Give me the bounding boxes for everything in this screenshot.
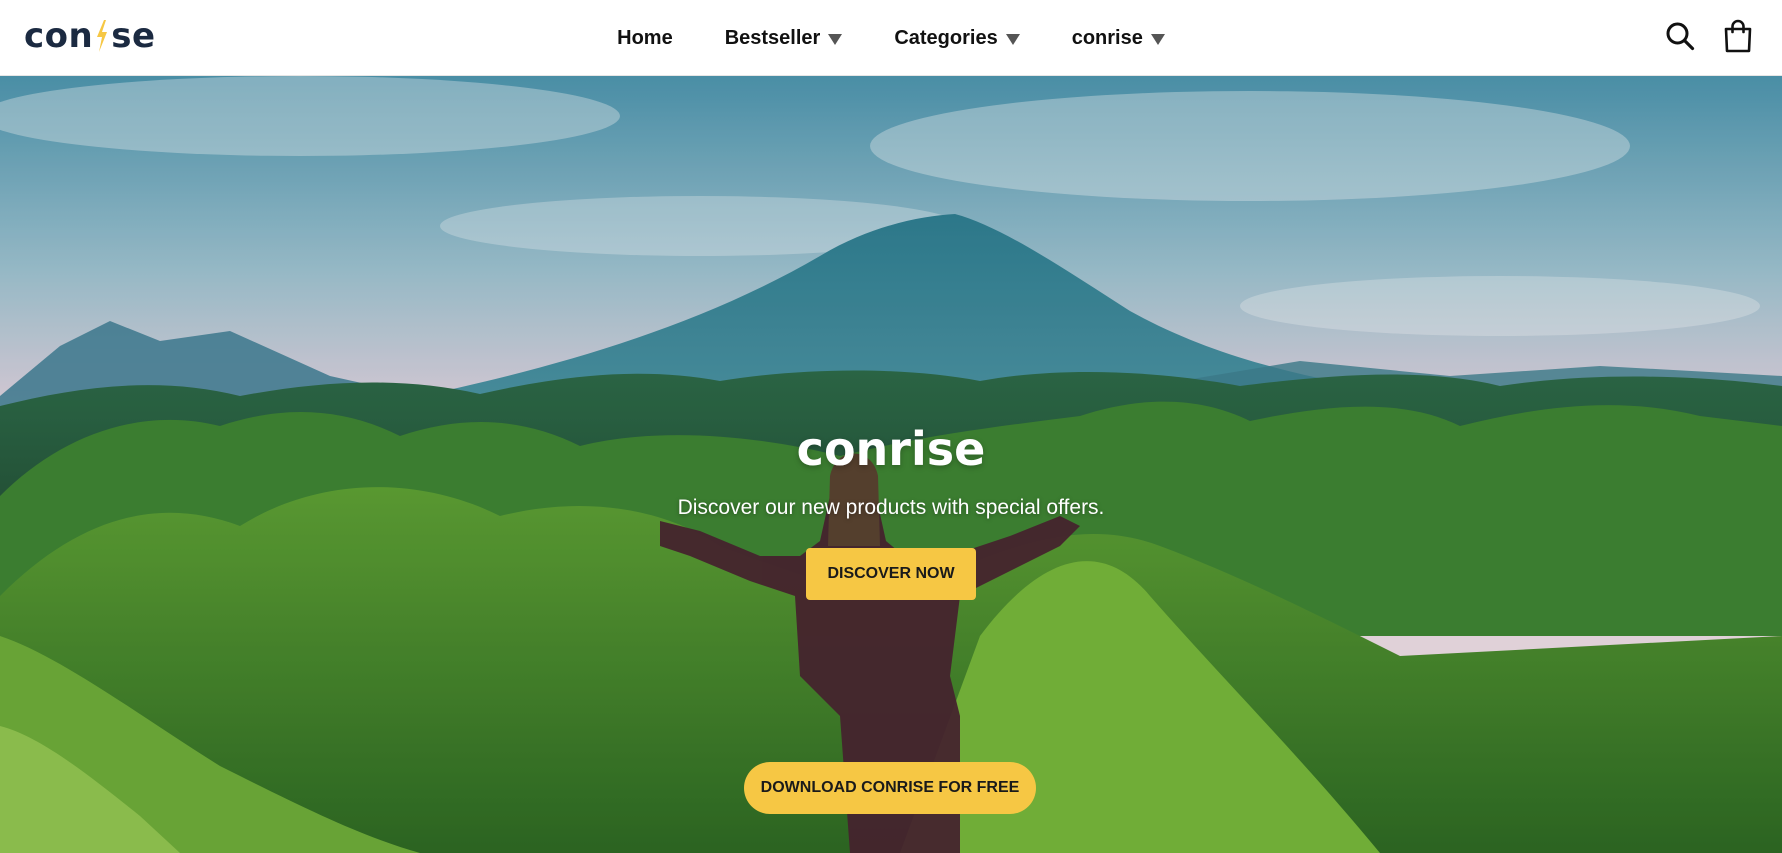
nav-label-bestseller: Bestseller xyxy=(724,26,821,49)
hero-content: conrise Discover our new products with s… xyxy=(0,422,1782,600)
nav-label-categories: Categories xyxy=(894,26,998,49)
cart-button[interactable] xyxy=(1720,18,1756,54)
search-icon xyxy=(1666,22,1695,51)
nav-item-conrise[interactable]: conrise xyxy=(1072,27,1165,50)
caret-down-icon xyxy=(1150,33,1165,45)
hero-subtitle: Discover our new products with special o… xyxy=(677,496,1105,519)
download-conrise-button[interactable]: DOWNLOAD CONRISE FOR FREE xyxy=(744,762,1036,814)
nav-item-bestseller[interactable]: Bestseller xyxy=(725,27,843,50)
nav-item-categories[interactable]: Categories xyxy=(894,26,1020,50)
lightning-bolt-icon xyxy=(97,20,108,52)
caret-down-icon xyxy=(1005,33,1020,45)
caret-down-icon xyxy=(828,33,843,45)
brand-logo[interactable]: con se xyxy=(24,16,156,56)
logo-text-left: con xyxy=(24,16,94,56)
main-nav: Home Bestseller Categories conrise xyxy=(0,0,1782,76)
hero-banner: conrise Discover our new products with s… xyxy=(0,76,1782,853)
hero-title: conrise xyxy=(796,422,986,476)
header-actions xyxy=(1662,18,1756,54)
logo-text-right: se xyxy=(111,16,156,56)
site-header: con se Home Bestseller Categories conris… xyxy=(0,0,1782,76)
shopping-bag-icon xyxy=(1724,19,1752,53)
nav-label-home: Home xyxy=(617,26,673,49)
search-button[interactable] xyxy=(1662,18,1698,54)
discover-now-button[interactable]: DISCOVER NOW xyxy=(806,548,976,600)
nav-item-home[interactable]: Home xyxy=(617,27,673,50)
nav-label-conrise: conrise xyxy=(1071,26,1143,49)
